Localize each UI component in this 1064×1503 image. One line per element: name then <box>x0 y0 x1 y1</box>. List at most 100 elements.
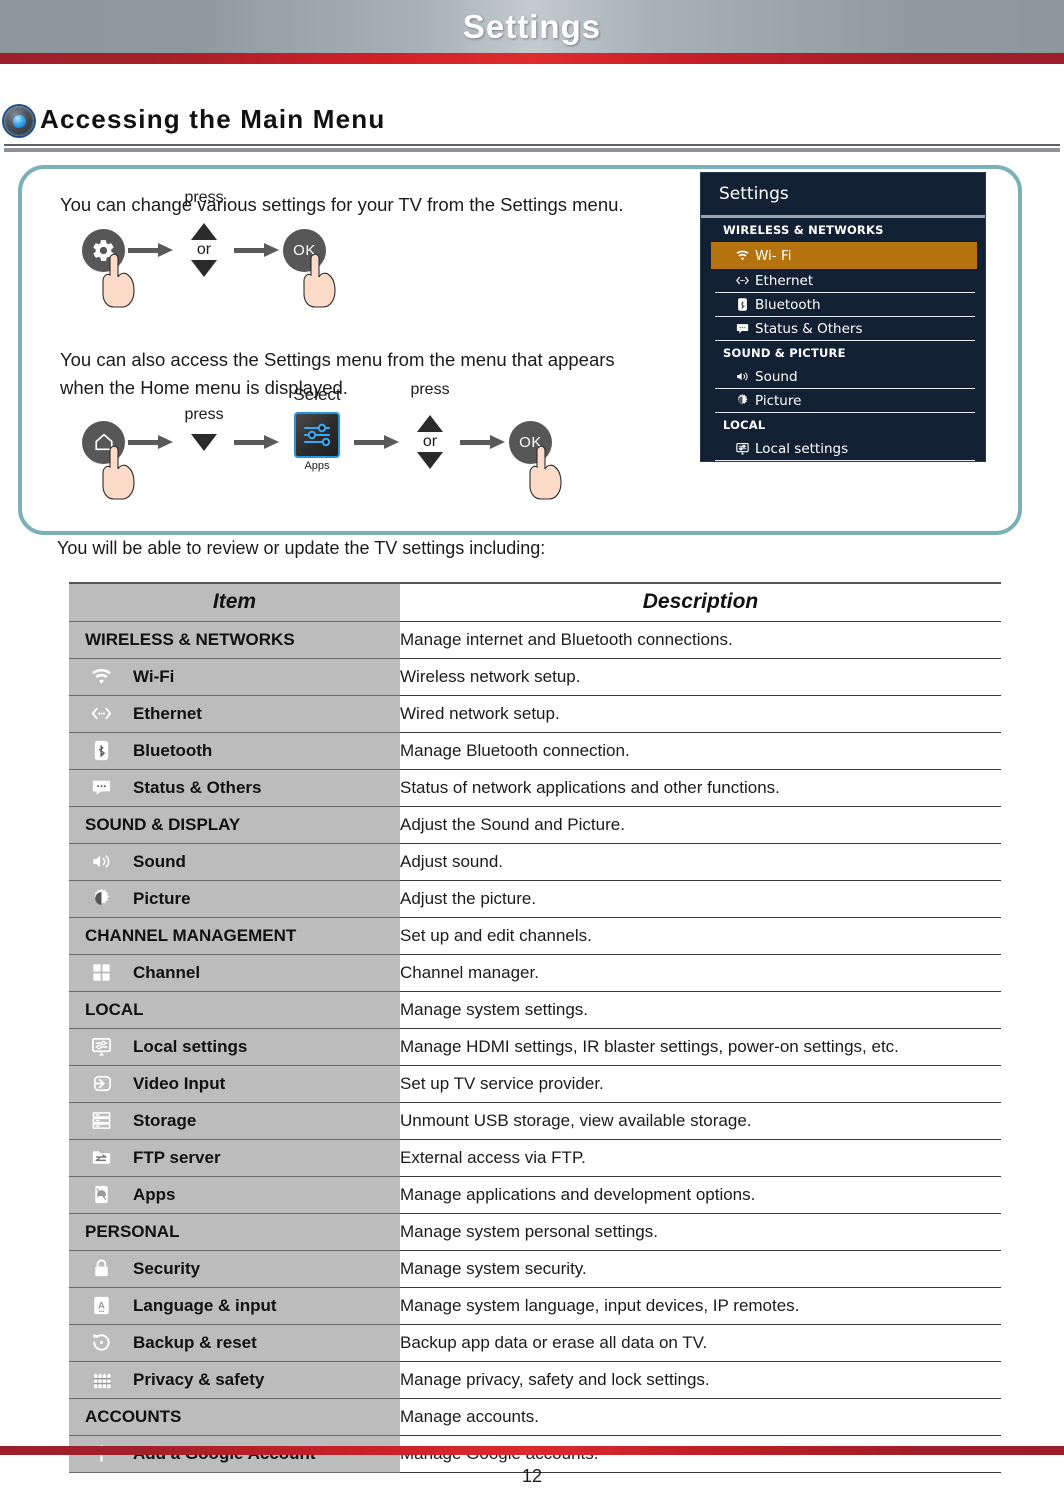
sub-item-label: Language & input <box>133 1295 277 1315</box>
tv-menu-item-local-settings[interactable]: Local settings <box>715 437 975 461</box>
sub-item-label: Storage <box>133 1110 197 1130</box>
speaker-icon <box>69 850 133 873</box>
table-row: Wi-Fi Wireless network setup. <box>69 657 1001 696</box>
table-cell-description: Manage accounts. <box>400 1397 1001 1436</box>
tv-group-label: SOUND & PICTURE <box>723 346 846 360</box>
apps-label: Apps <box>304 460 330 472</box>
table-cell-item: ACCOUNTS <box>69 1397 400 1436</box>
sub-item-label: Status & Others <box>133 777 262 797</box>
apps-tile[interactable]: Select Apps <box>283 385 351 472</box>
bluetooth-icon <box>737 298 747 311</box>
sub-item-row: Channel <box>69 955 400 991</box>
fence-icon <box>69 1368 133 1391</box>
flow-arrow <box>354 435 400 449</box>
arrow-up-icon[interactable] <box>417 415 443 432</box>
gear-button[interactable] <box>82 228 135 308</box>
ok-button[interactable]: OK <box>509 420 562 500</box>
sub-item-label: Apps <box>133 1184 176 1204</box>
wifi-icon <box>729 248 755 263</box>
sub-item-row: Privacy & safety <box>69 1362 400 1398</box>
table-body: WIRELESS & NETWORKS Manage internet and B… <box>69 620 1001 1473</box>
press-label: press <box>184 189 224 206</box>
tv-menu-item-label: Ethernet <box>755 272 814 289</box>
table-cell-item: SOUND & DISPLAY <box>69 805 400 844</box>
table-row: FTP server External access via FTP. <box>69 1138 1001 1177</box>
page-number: 12 <box>521 1466 543 1486</box>
brightness-icon <box>737 394 747 405</box>
table-row: A Language & input Manage system language,… <box>69 1286 1001 1325</box>
category-label: WIRELESS & NETWORKS <box>85 629 295 649</box>
sub-item-label: Picture <box>133 888 191 908</box>
table-cell-item: LOCAL <box>69 990 400 1029</box>
table-cell-description: Set up and edit channels. <box>400 916 1001 955</box>
table-cell-description: Adjust the picture. <box>400 879 1001 918</box>
speaker-icon <box>92 855 109 868</box>
status-icon <box>729 321 755 336</box>
up-down-button-group[interactable]: press or <box>177 189 231 277</box>
up-down-button-group[interactable]: press or <box>403 381 457 469</box>
section-heading: Accessing the Main Menu <box>0 102 1064 144</box>
gear-icon <box>93 239 114 261</box>
sub-item-row: Apps <box>69 1177 400 1213</box>
ftp-folder-icon <box>92 1151 110 1164</box>
ethernet-icon <box>91 707 111 720</box>
table-cell-item: Bluetooth <box>69 731 400 770</box>
home-button[interactable] <box>82 420 135 500</box>
arrow-down-icon[interactable] <box>191 260 217 277</box>
sub-item-label: Video Input <box>133 1073 226 1093</box>
table-row: ACCOUNTS Manage accounts. <box>69 1397 1001 1436</box>
sub-item-row: Ethernet <box>69 696 400 732</box>
table-cell-description: Manage applications and development opti… <box>400 1175 1001 1214</box>
bluetooth-icon <box>69 739 133 762</box>
sub-item-row: Storage <box>69 1103 400 1139</box>
table-cell-item: Sound <box>69 842 400 881</box>
tv-menu-item-label: Wi- Fi <box>755 247 792 264</box>
tv-menu-item-sound[interactable]: Sound <box>715 365 975 389</box>
speaker-icon <box>729 369 755 384</box>
table-cell-item: Video Input <box>69 1064 400 1103</box>
down-button-group[interactable]: press <box>177 406 231 451</box>
monitor-settings-icon <box>735 442 749 455</box>
tv-menu-item-bluetooth[interactable]: Bluetooth <box>715 293 975 317</box>
instruction-box: You can change various settings for your… <box>18 165 1022 535</box>
ethernet-icon <box>69 702 133 725</box>
storage-icon <box>69 1109 133 1132</box>
sub-item-row: Status & Others <box>69 770 400 806</box>
table-cell-description: Unmount USB storage, view available stor… <box>400 1101 1001 1140</box>
sub-item-label: FTP server <box>133 1147 221 1167</box>
sub-item-row: Security <box>69 1251 400 1287</box>
table-cell-item: Privacy & safety <box>69 1360 400 1399</box>
table-cell-description: Channel manager. <box>400 953 1001 992</box>
arrow-down-icon[interactable] <box>191 433 217 451</box>
sub-item-label: Security <box>133 1258 201 1278</box>
arrow-up-icon[interactable] <box>191 223 217 240</box>
table-cell-item: WIRELESS & NETWORKS <box>69 620 400 659</box>
monitor-settings-icon <box>91 1037 111 1056</box>
table-cell-description: Manage system security. <box>400 1249 1001 1288</box>
ethernet-icon <box>729 273 755 288</box>
table-caption: You will be able to review or update the… <box>57 538 546 558</box>
svg-text:A: A <box>98 1300 105 1311</box>
table-cell-description: Backup app data or erase all data on TV. <box>400 1323 1001 1362</box>
sub-item-row: Picture <box>69 881 400 917</box>
bluetooth-icon <box>94 740 108 761</box>
table-cell-item: FTP server <box>69 1138 400 1177</box>
fence-icon <box>92 1373 111 1389</box>
tv-menu-item-picture[interactable]: Picture <box>715 389 975 413</box>
table-cell-item: Storage <box>69 1101 400 1140</box>
video-input-icon <box>69 1072 133 1095</box>
sub-item-row: Local settings <box>69 1029 400 1065</box>
table-row: Storage Unmount USB storage, view availab… <box>69 1101 1001 1140</box>
category-label: CHANNEL MANAGEMENT <box>85 925 297 945</box>
sub-item-row: Bluetooth <box>69 733 400 769</box>
ok-button[interactable]: OK <box>283 228 336 308</box>
table-cell-item: Wi-Fi <box>69 657 400 696</box>
tv-menu-item-ethernet[interactable]: Ethernet <box>715 269 975 293</box>
tv-menu-item-wi-fi[interactable]: Wi- Fi <box>711 242 977 269</box>
table-cell-item: CHANNEL MANAGEMENT <box>69 916 400 955</box>
heading-divider-thick <box>4 148 1060 152</box>
table-row: Backup & reset Backup app data or erase a… <box>69 1323 1001 1362</box>
arrow-down-icon[interactable] <box>417 452 443 469</box>
banner-red-rule <box>0 53 1064 64</box>
tv-menu-item-status-others[interactable]: Status & Others <box>715 317 975 341</box>
